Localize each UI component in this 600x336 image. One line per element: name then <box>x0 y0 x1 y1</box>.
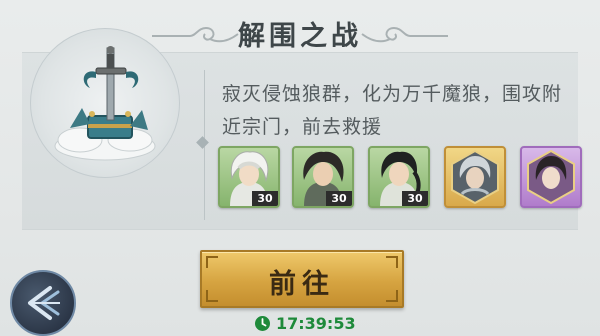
sword-treasure-chest-on-cloud-icon <box>54 46 156 161</box>
hero-level-badge: 30 <box>252 191 278 206</box>
title-bar: 解围之战 <box>150 8 450 52</box>
back-arrow-icon <box>28 286 60 320</box>
reward-list: 30 30 30 <box>218 146 582 210</box>
back-button[interactable] <box>10 270 76 336</box>
cloud-ornament-right-icon <box>361 26 448 43</box>
clock-icon <box>255 316 270 331</box>
timer-value: 17:39:53 <box>276 314 356 333</box>
go-button-label: 前往 <box>269 269 335 300</box>
violet-hero-portrait-icon <box>527 149 575 205</box>
quest-description: 寂灭侵蚀狼群，化为万千魔狼，围攻附近宗门，前去救援 <box>222 83 563 138</box>
hero-level-badge: 30 <box>402 191 428 206</box>
silver-armored-hero-portrait-icon <box>451 149 499 205</box>
quest-emblem <box>30 28 180 178</box>
reward-hero-card[interactable] <box>520 146 582 208</box>
reward-hero-card[interactable] <box>444 146 506 208</box>
reward-hero-card[interactable]: 30 <box>368 146 430 208</box>
go-button[interactable]: 前往 <box>200 250 404 308</box>
hero-level-badge: 30 <box>326 191 352 206</box>
reward-hero-card[interactable]: 30 <box>218 146 280 208</box>
quest-timer: 17:39:53 <box>254 313 374 335</box>
reward-hero-card[interactable]: 30 <box>292 146 354 208</box>
